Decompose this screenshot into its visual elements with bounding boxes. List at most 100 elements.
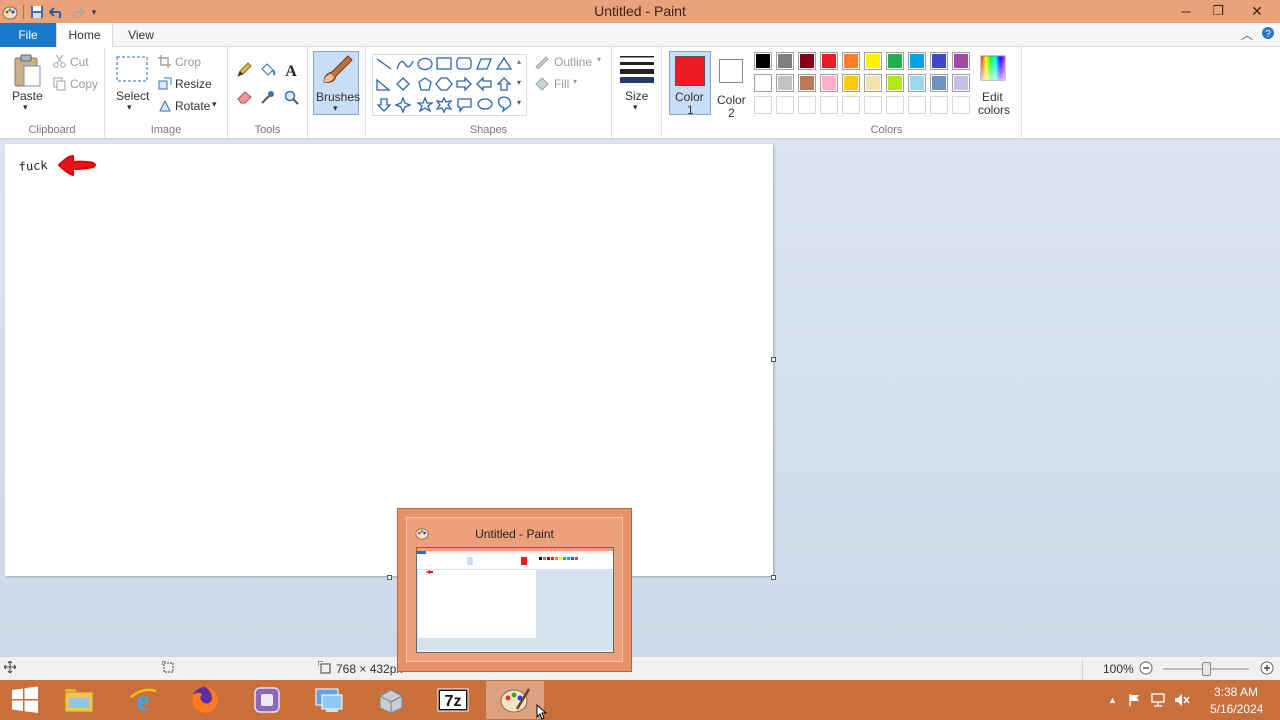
drawing-canvas[interactable]: fuck bbox=[5, 144, 773, 576]
shapes-scroll-down-icon[interactable]: ▾ bbox=[517, 78, 521, 87]
network-icon[interactable] bbox=[1146, 693, 1170, 707]
outline-dropdown-icon[interactable]: ▾ bbox=[597, 55, 601, 64]
canvas-resize-handle-bottom[interactable] bbox=[387, 575, 392, 580]
tab-view[interactable]: View bbox=[116, 23, 166, 47]
palette-swatch[interactable] bbox=[952, 74, 970, 92]
tray-time[interactable]: 3:38 AM bbox=[1214, 685, 1258, 699]
palette-swatch[interactable] bbox=[842, 52, 860, 70]
palette-swatch[interactable] bbox=[908, 52, 926, 70]
taskbar-internet-explorer[interactable]: e bbox=[114, 681, 172, 719]
palette-swatch[interactable] bbox=[776, 52, 794, 70]
palette-swatch[interactable] bbox=[908, 74, 926, 92]
start-button[interactable] bbox=[0, 681, 50, 719]
image-group-label: Image bbox=[150, 124, 182, 136]
palette-swatch[interactable] bbox=[952, 52, 970, 70]
palette-swatch[interactable] bbox=[864, 74, 882, 92]
fill-dropdown-icon[interactable]: ▾ bbox=[573, 77, 577, 86]
palette-swatch[interactable] bbox=[820, 74, 838, 92]
color2-swatch bbox=[719, 59, 743, 83]
copy-button[interactable]: Copy bbox=[70, 77, 98, 91]
taskbar-remote-desktop[interactable] bbox=[300, 681, 358, 719]
magnifier-icon[interactable] bbox=[284, 90, 299, 108]
color-picker-icon[interactable] bbox=[260, 90, 275, 108]
select-label[interactable]: Select bbox=[116, 89, 149, 103]
taskbar-7zip[interactable]: 7z bbox=[424, 681, 482, 719]
brushes-button[interactable]: Brushes ▾ bbox=[313, 51, 360, 115]
edit-colors-label-2[interactable]: colors bbox=[978, 103, 1010, 117]
taskbar-thumbnail-popup[interactable]: Untitled - Paint bbox=[397, 508, 632, 672]
palette-empty-swatch[interactable] bbox=[886, 96, 904, 114]
taskbar-firefox[interactable] bbox=[176, 681, 234, 719]
select-dropdown-icon[interactable]: ▾ bbox=[127, 102, 132, 113]
palette-swatch[interactable] bbox=[754, 52, 772, 70]
thumbnail-window-preview[interactable] bbox=[416, 547, 614, 653]
palette-swatch[interactable] bbox=[842, 74, 860, 92]
minimize-button[interactable]: ─ bbox=[1170, 0, 1202, 22]
palette-swatch[interactable] bbox=[820, 52, 838, 70]
size-group[interactable]: Size ▾ bbox=[612, 47, 662, 139]
outline-button[interactable]: Outline bbox=[554, 55, 592, 69]
shapes-gallery[interactable] bbox=[372, 54, 527, 116]
palette-swatch[interactable] bbox=[930, 52, 948, 70]
paste-label[interactable]: Paste bbox=[12, 89, 43, 103]
zoom-in-button[interactable] bbox=[1260, 661, 1274, 678]
paste-dropdown-icon[interactable]: ▾ bbox=[23, 102, 28, 113]
help-icon[interactable]: ? bbox=[1261, 26, 1275, 43]
palette-empty-swatch[interactable] bbox=[820, 96, 838, 114]
color1-button[interactable]: Color 1 bbox=[669, 51, 711, 117]
resize-button[interactable]: Resize bbox=[175, 77, 212, 91]
action-center-flag-icon[interactable] bbox=[1122, 693, 1146, 707]
palette-swatch[interactable] bbox=[864, 52, 882, 70]
tray-date[interactable]: 5/16/2024 bbox=[1210, 702, 1263, 716]
palette-swatch[interactable] bbox=[798, 74, 816, 92]
minimize-ribbon-icon[interactable]: ︿ bbox=[1241, 26, 1253, 43]
palette-swatch[interactable] bbox=[930, 74, 948, 92]
palette-empty-swatch[interactable] bbox=[754, 96, 772, 114]
taskbar-app-purple[interactable] bbox=[238, 681, 296, 719]
rotate-button[interactable]: Rotate bbox=[175, 99, 210, 113]
palette-empty-swatch[interactable] bbox=[952, 96, 970, 114]
restore-button[interactable]: ❐ bbox=[1202, 0, 1234, 22]
fill-bucket-icon[interactable] bbox=[259, 62, 276, 81]
palette-swatch[interactable] bbox=[754, 74, 772, 92]
tab-file[interactable]: File bbox=[0, 23, 56, 47]
palette-empty-swatch[interactable] bbox=[908, 96, 926, 114]
paste-icon[interactable] bbox=[12, 54, 42, 91]
palette-empty-swatch[interactable] bbox=[864, 96, 882, 114]
crop-button[interactable]: Crop bbox=[175, 55, 201, 69]
edit-colors-label[interactable]: Edit bbox=[982, 90, 1003, 104]
palette-swatch-color bbox=[888, 76, 902, 90]
text-tool-icon[interactable]: A bbox=[284, 62, 298, 81]
tab-home[interactable]: Home bbox=[56, 23, 113, 48]
color2-button[interactable]: Color 2 bbox=[712, 51, 752, 120]
palette-empty-swatch[interactable] bbox=[842, 96, 860, 114]
palette-swatch[interactable] bbox=[798, 52, 816, 70]
canvas-resize-handle-right[interactable] bbox=[771, 357, 776, 362]
taskbar-archive-app[interactable] bbox=[362, 681, 420, 719]
palette-swatch-color bbox=[932, 54, 946, 68]
edit-colors-icon[interactable] bbox=[980, 55, 1006, 84]
palette-swatch[interactable] bbox=[776, 74, 794, 92]
taskbar-file-explorer[interactable] bbox=[50, 681, 108, 719]
palette-empty-swatch[interactable] bbox=[798, 96, 816, 114]
canvas-resize-handle-corner[interactable] bbox=[771, 575, 776, 580]
fill-button[interactable]: Fill bbox=[554, 77, 569, 91]
palette-empty-swatch[interactable] bbox=[776, 96, 794, 114]
zoom-out-button[interactable] bbox=[1139, 661, 1153, 678]
cut-button[interactable]: Cut bbox=[70, 55, 89, 69]
shapes-scroll-up-icon[interactable]: ▴ bbox=[517, 57, 521, 66]
eraser-icon[interactable] bbox=[236, 90, 253, 107]
pencil-icon[interactable] bbox=[236, 62, 252, 81]
palette-swatch[interactable] bbox=[886, 52, 904, 70]
palette-empty-swatch[interactable] bbox=[930, 96, 948, 114]
close-button[interactable]: ✕ bbox=[1234, 0, 1280, 22]
remote-desktop-icon bbox=[315, 688, 343, 712]
volume-muted-icon[interactable] bbox=[1170, 693, 1194, 707]
palette-swatch-color bbox=[844, 76, 858, 90]
zoom-slider-thumb[interactable] bbox=[1202, 662, 1211, 676]
select-icon[interactable] bbox=[116, 56, 148, 85]
palette-swatch[interactable] bbox=[886, 74, 904, 92]
rotate-dropdown-icon[interactable]: ▾ bbox=[212, 99, 217, 110]
shapes-more-icon[interactable]: ▾ bbox=[517, 98, 521, 107]
show-hidden-icons[interactable]: ▲ bbox=[1108, 695, 1122, 705]
